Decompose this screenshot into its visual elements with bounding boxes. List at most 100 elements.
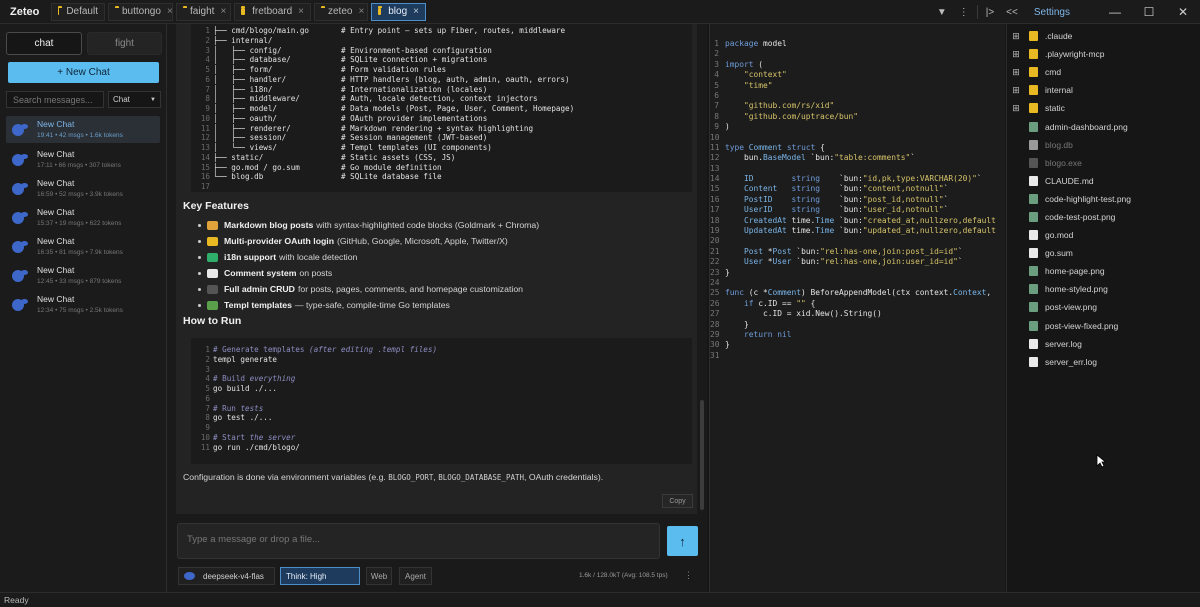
feature-description: (GitHub, Google, Microsoft, Apple, Twitt…: [337, 236, 508, 246]
expand-icon[interactable]: ⊞: [1009, 31, 1023, 42]
file-tree-item[interactable]: server_err.log: [1007, 353, 1200, 371]
more-icon[interactable]: ⋮: [953, 7, 975, 18]
file-tree-item[interactable]: home-page.png: [1007, 262, 1200, 280]
feature-item: Full admin CRUD for posts, pages, comment…: [198, 281, 688, 297]
file-tree-item[interactable]: code-test-post.png: [1007, 208, 1200, 226]
collapse-right-icon[interactable]: |>: [980, 7, 1000, 18]
chat-meta: 19:41 • 42 msgs • 1.6k tokens: [37, 131, 123, 139]
code-token: ID: [744, 174, 754, 184]
feature-title: Markdown blog posts: [224, 220, 314, 230]
feature-emoji-icon: [207, 268, 218, 278]
agent-toggle[interactable]: Agent: [399, 567, 432, 585]
message-input[interactable]: Type a message or drop a file...: [177, 523, 660, 559]
code-editor[interactable]: 1 package model 2 3 import (4 "context" 5 "ti…: [709, 24, 1005, 592]
project-structure-code-block: 1 ├── cmd/blogo/main.go # Entry point — s…: [191, 24, 692, 192]
code-line: 7 │ ├── i18n/ # Internationalization (loc…: [191, 85, 692, 95]
file-tree-item[interactable]: blog.db: [1007, 136, 1200, 154]
chat-list-item[interactable]: New Chat 15:37 • 19 msgs • 622 tokens: [0, 203, 166, 232]
chat-list-item[interactable]: New Chat 17:11 • 66 msgs • 307 tokens: [0, 145, 166, 174]
tab-buttongo[interactable]: buttongo ×: [108, 2, 173, 21]
code-token: }: [725, 319, 749, 329]
file-tree-item[interactable]: CLAUDE.md: [1007, 172, 1200, 190]
file-name: admin-dashboard.png: [1045, 121, 1128, 132]
code-token: string: [791, 205, 821, 215]
search-messages-input[interactable]: Search messages...: [6, 91, 104, 108]
close-tab-icon[interactable]: ×: [220, 6, 226, 17]
chat-filter-select[interactable]: Chat ▼: [108, 91, 161, 108]
maximize-icon[interactable]: ☐: [1132, 5, 1166, 19]
close-tab-icon[interactable]: ×: [298, 6, 304, 17]
code-token: Content: [744, 184, 778, 194]
more-icon[interactable]: ⋮: [684, 570, 693, 581]
tab-blog[interactable]: blog ×: [371, 2, 426, 21]
file-tree-item[interactable]: post-view-fixed.png: [1007, 317, 1200, 335]
expand-icon[interactable]: ⊞: [1009, 67, 1023, 78]
model-logo-icon: [184, 572, 195, 580]
code-text: ├── go.mod / go.sum # Go module definiti…: [213, 162, 442, 172]
file-tree-item[interactable]: go.sum: [1007, 244, 1200, 262]
code-token: "post_id,notnull": [862, 194, 944, 204]
send-button[interactable]: ↑: [667, 526, 698, 556]
think-level-select[interactable]: Think: High: [280, 567, 360, 585]
file-tree-item[interactable]: server.log: [1007, 335, 1200, 353]
tab-default[interactable]: Default: [51, 2, 105, 21]
scrollbar[interactable]: [700, 400, 704, 510]
file-tree-item[interactable]: home-styled.png: [1007, 280, 1200, 298]
chat-list-item-text: New Chat 12:45 • 33 msgs • 879 tokens: [37, 265, 121, 287]
code-text: go test ./...: [213, 413, 273, 423]
file-name: blog.db: [1045, 139, 1073, 150]
collapse-left-icon[interactable]: <<: [1000, 7, 1024, 18]
close-icon[interactable]: ✕: [1166, 5, 1200, 19]
close-tab-icon[interactable]: ×: [167, 6, 173, 17]
chat-list-item[interactable]: New Chat 12:45 • 33 msgs • 879 tokens: [0, 261, 166, 290]
chat-list-item[interactable]: New Chat 19:41 • 42 msgs • 1.6k tokens: [6, 116, 160, 143]
code-line: 5 │ ├── form/ # Form validation rules: [191, 65, 692, 75]
tab-fretboard[interactable]: fretboard ×: [234, 2, 311, 21]
file-tree-item[interactable]: ⊞ cmd: [1007, 63, 1200, 81]
file-tree-item[interactable]: post-view.png: [1007, 298, 1200, 316]
code-text: │ ├── middleware/ # Auth, locale detecti…: [213, 94, 538, 104]
code-text: │ ├── handler/ # HTTP handlers (blog, au…: [213, 74, 570, 84]
file-tree-item[interactable]: admin-dashboard.png: [1007, 117, 1200, 135]
file-tree-item[interactable]: ⊞ .playwright-mcp: [1007, 45, 1200, 63]
line-number: 9: [205, 423, 210, 432]
file-tree-item[interactable]: ⊞ .claude: [1007, 27, 1200, 45]
code-token: `bun:: [820, 174, 863, 184]
new-chat-button[interactable]: + New Chat: [8, 62, 159, 83]
file-tree-item[interactable]: ⊞ static: [1007, 99, 1200, 117]
tab-faight[interactable]: faight ×: [176, 2, 231, 21]
mode-fight-tab[interactable]: fight: [87, 32, 162, 55]
expand-icon[interactable]: ⊞: [1009, 49, 1023, 60]
model-selector[interactable]: deepseek-v4-flas: [178, 567, 275, 585]
minimize-icon[interactable]: —: [1098, 5, 1132, 19]
file-tree-item[interactable]: code-highlight-test.png: [1007, 190, 1200, 208]
close-tab-icon[interactable]: ×: [358, 6, 364, 17]
copy-button[interactable]: Copy: [662, 494, 693, 508]
file-tree-item[interactable]: blogo.exe: [1007, 154, 1200, 172]
chat-list-item[interactable]: New Chat 16:35 • 81 msgs • 7.9k tokens: [0, 232, 166, 261]
code-token: `bun:: [820, 205, 863, 215]
tab-dropdown-icon[interactable]: ▼: [931, 7, 953, 18]
mode-chat-tab[interactable]: chat: [6, 32, 82, 55]
file-tree-item[interactable]: go.mod: [1007, 226, 1200, 244]
chat-list-item[interactable]: New Chat 12:34 • 75 msgs • 2.5k tokens: [0, 290, 166, 319]
expand-icon[interactable]: ⊞: [1009, 103, 1023, 114]
expand-icon[interactable]: ⊞: [1009, 85, 1023, 96]
code-token: string: [791, 184, 821, 194]
settings-button[interactable]: Settings: [1024, 7, 1098, 18]
file-name: go.sum: [1045, 248, 1073, 259]
line-number: 18: [710, 215, 720, 225]
code-text: go run ./cmd/blogo/: [213, 442, 300, 452]
folder-icon: [58, 6, 64, 15]
close-tab-icon[interactable]: ×: [413, 6, 419, 17]
file-tree-item[interactable]: ⊞ internal: [1007, 81, 1200, 99]
tab-zeteo[interactable]: zeteo ×: [314, 2, 368, 21]
chat-filter-value: Chat: [113, 95, 130, 104]
token-stats: 1.6k / 128.0kT (Avg: 108.5 tps): [579, 572, 668, 579]
chat-list-item[interactable]: New Chat 16:59 • 52 msgs • 3.9k tokens: [0, 174, 166, 203]
line-number: 22: [710, 257, 720, 267]
feature-title: Multi-provider OAuth login: [224, 236, 335, 246]
code-token: `bun:: [820, 184, 863, 194]
web-toggle[interactable]: Web: [366, 567, 392, 585]
